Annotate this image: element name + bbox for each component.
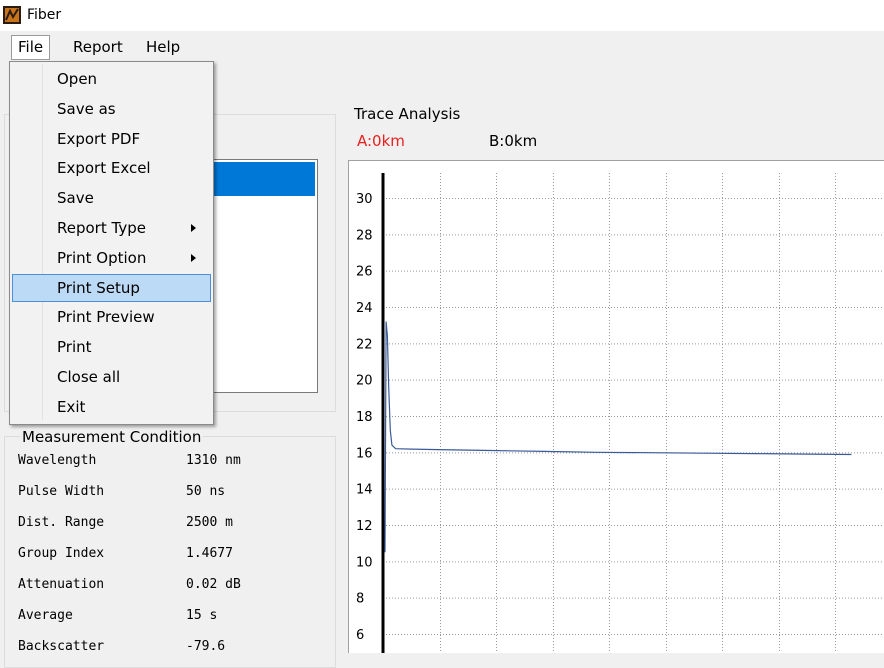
measurement-value: 1.4677 — [186, 546, 233, 561]
menu-item-export-pdf[interactable]: Export PDF — [12, 125, 211, 153]
y-tick-label: 28 — [356, 228, 373, 243]
trace-title: Trace Analysis — [354, 105, 461, 123]
measurement-label: Wavelength — [18, 453, 97, 468]
y-tick-label: 16 — [356, 446, 373, 461]
menu-item-export-excel[interactable]: Export Excel — [12, 154, 211, 182]
app-icon — [3, 6, 21, 24]
menu-item-print-option[interactable]: Print Option — [12, 244, 211, 272]
window-title: Fiber — [27, 7, 62, 23]
menu-item-report-type[interactable]: Report Type — [12, 214, 211, 242]
menu-item-exit[interactable]: Exit — [12, 393, 211, 421]
menu-item-print[interactable]: Print — [12, 333, 211, 361]
menu-item-print-setup[interactable]: Print Setup — [12, 273, 211, 302]
menu-item-label: Save as — [57, 99, 116, 118]
y-tick-label: 14 — [356, 483, 373, 498]
menu-item-save-as[interactable]: Save as — [12, 95, 211, 123]
submenu-arrow-icon — [191, 224, 196, 232]
trace-chart-svg[interactable]: 6 8 10 12 14 16 18 20 22 24 26 28 30 — [349, 161, 884, 653]
y-tick-label: 10 — [356, 555, 373, 570]
y-tick-label: 26 — [356, 265, 373, 280]
y-tick-label: 20 — [356, 374, 373, 389]
trace-chart[interactable]: 6 8 10 12 14 16 18 20 22 24 26 28 30 — [348, 160, 884, 653]
y-tick-label: 30 — [356, 192, 373, 207]
y-tick-label: 12 — [356, 519, 373, 534]
measurement-label: Average — [18, 608, 73, 623]
menu-bar: File Report Help — [0, 33, 884, 62]
y-tick-label: 6 — [356, 628, 364, 643]
menu-file[interactable]: File — [11, 35, 51, 60]
submenu-arrow-icon — [191, 253, 196, 262]
menu-item-label: Print Setup — [57, 278, 140, 297]
measurement-value: 2500 m — [186, 515, 233, 530]
y-tick-label: 18 — [356, 410, 373, 425]
menu-help[interactable]: Help — [140, 35, 186, 60]
menu-item-label: Exit — [57, 397, 86, 416]
menu-item-label: Save — [57, 189, 94, 208]
title-bar: Fiber — [0, 0, 884, 31]
file-menu-dropdown: Open Save as Export PDF Export Excel Save Rep… — [9, 61, 214, 425]
menu-item-label: Report Type — [57, 219, 146, 237]
measurement-value: 0.02 dB — [186, 577, 241, 592]
menu-item-close-all[interactable]: Close all — [12, 363, 211, 391]
file-list-selected-item[interactable] — [202, 162, 315, 196]
menu-item-label: Open — [57, 70, 98, 88]
y-tick-label: 8 — [356, 592, 364, 607]
menu-report[interactable]: Report — [67, 35, 129, 60]
y-tick-label: 24 — [356, 301, 373, 316]
measurement-label: Attenuation — [18, 577, 105, 592]
trace-line — [384, 321, 852, 553]
menu-item-label: Print Option — [57, 248, 147, 267]
measurement-label: Dist. Range — [18, 515, 105, 530]
file-list[interactable] — [200, 159, 318, 393]
menu-item-label: Print — [57, 338, 92, 357]
measurement-title: Measurement Condition — [20, 428, 204, 446]
y-tick-label: 22 — [356, 337, 373, 352]
measurement-label: Pulse Width — [18, 484, 105, 499]
menu-item-print-preview[interactable]: Print Preview — [12, 303, 211, 331]
marker-a-readout: A:0km — [357, 132, 405, 150]
menu-item-save[interactable]: Save — [12, 184, 211, 212]
menu-item-open[interactable]: Open — [12, 65, 211, 93]
measurement-value: 15 s — [186, 608, 218, 623]
menu-item-label: Close all — [57, 368, 121, 386]
measurement-label: Group Index — [18, 546, 105, 561]
menu-item-label: Export Excel — [57, 159, 151, 178]
menu-item-label: Export PDF — [57, 129, 141, 148]
measurement-value: 50 ns — [186, 484, 226, 499]
marker-b-readout: B:0km — [489, 132, 538, 150]
measurement-value: 1310 nm — [186, 453, 241, 468]
menu-item-label: Print Preview — [57, 308, 155, 327]
